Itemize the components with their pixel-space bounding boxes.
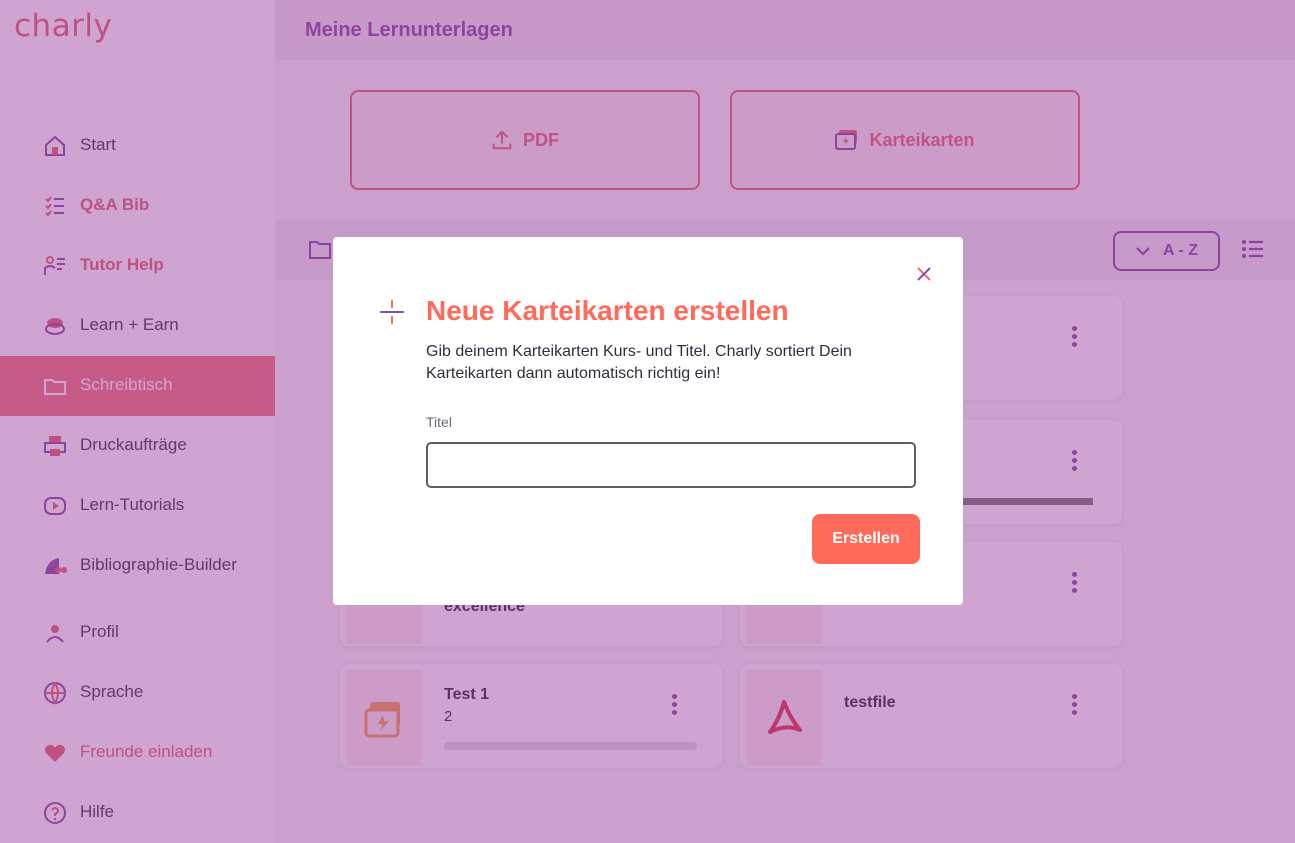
title-field-label: Titel (426, 414, 452, 430)
plus-icon (380, 300, 404, 324)
modal-title: Neue Karteikarten erstellen (426, 295, 789, 326)
title-input[interactable] (426, 442, 916, 488)
create-button[interactable]: Erstellen (812, 514, 920, 564)
close-icon[interactable] (915, 265, 933, 283)
create-flashcards-modal: Neue Karteikarten erstellen Gib deinem K… (333, 237, 963, 605)
modal-description: Gib deinem Karteikarten Kurs- und Titel.… (426, 343, 852, 382)
